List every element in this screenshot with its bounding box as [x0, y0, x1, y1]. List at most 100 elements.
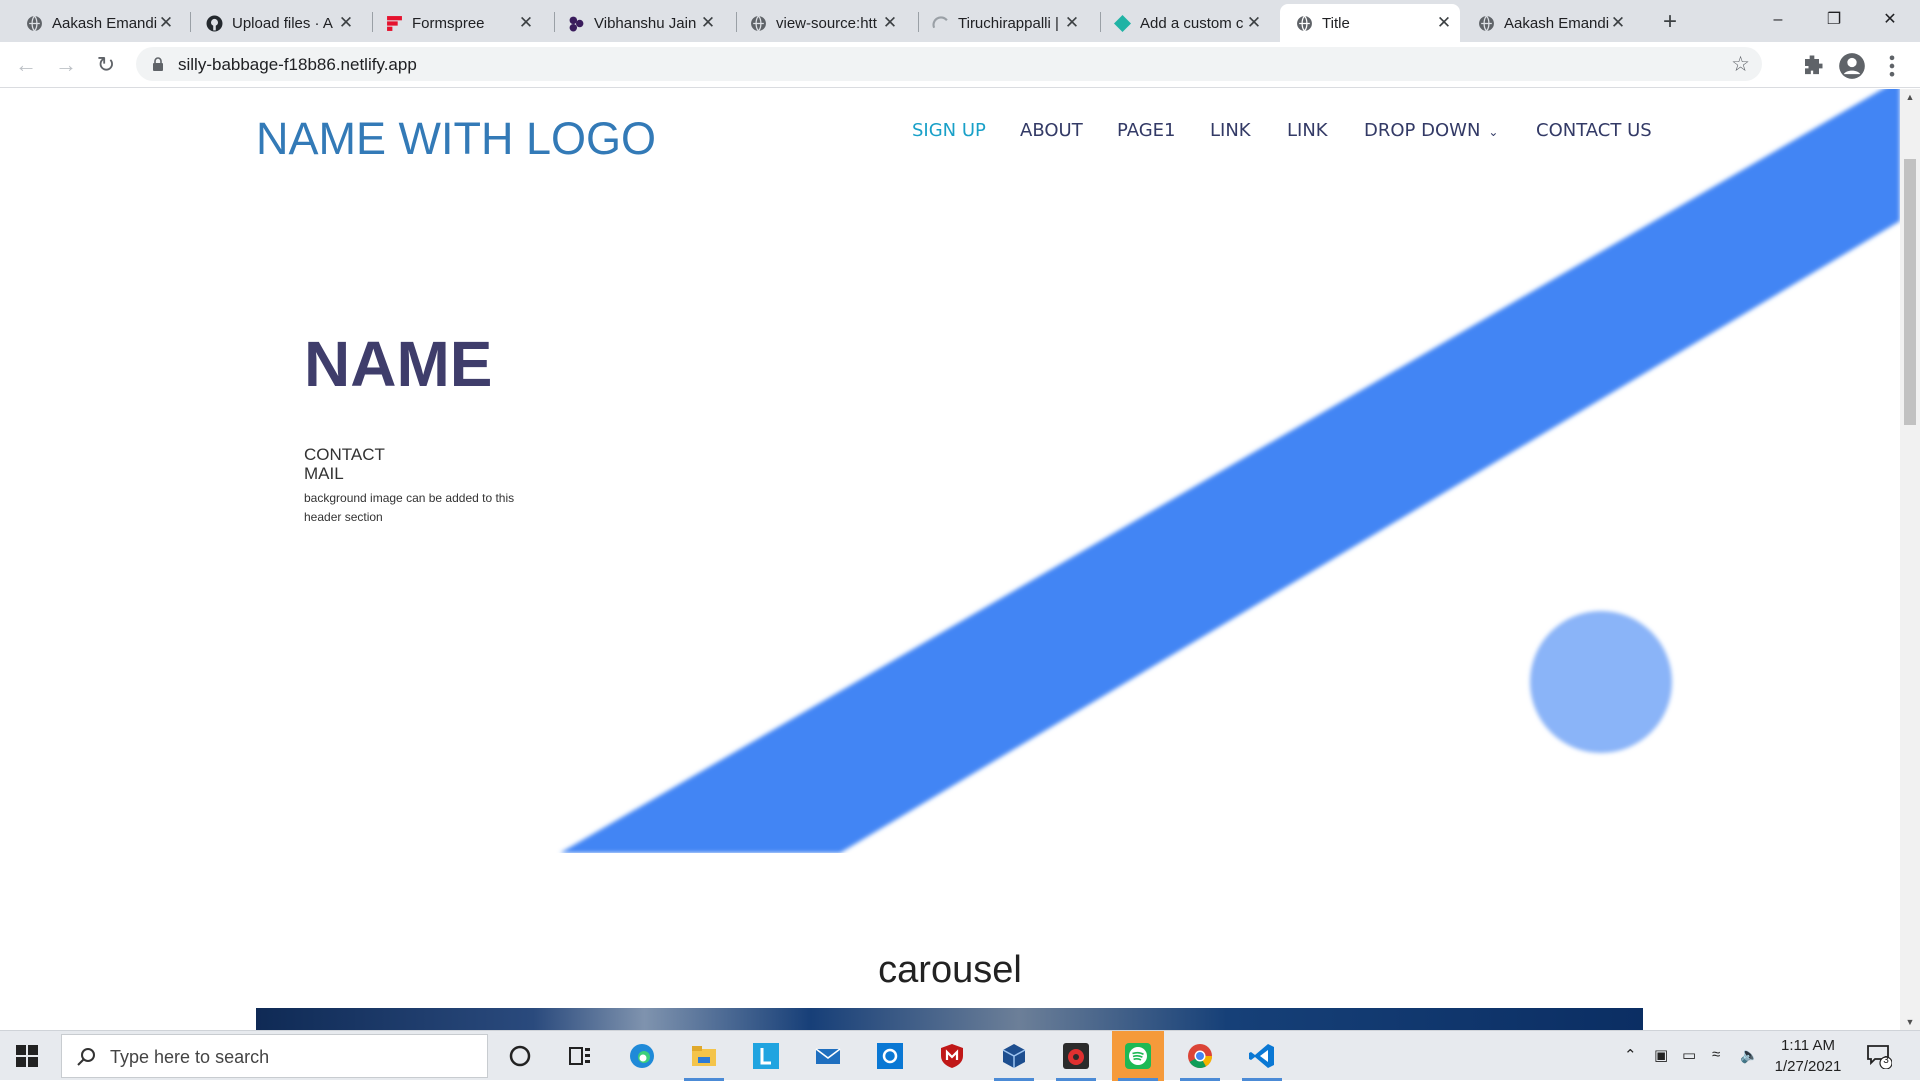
bookmark-star-icon[interactable]: ☆: [1731, 52, 1750, 77]
close-tab-icon[interactable]: ✕: [1246, 14, 1262, 31]
volume-icon[interactable]: 🔈: [1740, 1046, 1759, 1064]
hero-title: NAME: [304, 328, 493, 400]
chevron-up-icon[interactable]: ⌃: [1624, 1046, 1637, 1064]
browser-tab[interactable]: Upload files · A ✕: [206, 4, 362, 42]
scrollbar-thumb[interactable]: [1904, 159, 1916, 425]
browser-tab[interactable]: Aakash Emandi ✕: [1478, 4, 1634, 42]
back-icon[interactable]: ←: [12, 52, 40, 80]
profile-avatar-icon[interactable]: [1838, 52, 1866, 80]
browser-tab[interactable]: Tiruchirappalli | ✕: [932, 4, 1088, 42]
reload-icon[interactable]: ↻: [92, 52, 120, 80]
circle-shape: [1530, 611, 1672, 753]
spotify-icon: [1125, 1043, 1151, 1069]
red-app-icon: [1063, 1043, 1089, 1069]
cortana-button[interactable]: [494, 1031, 546, 1081]
nav-link[interactable]: LINK: [1287, 120, 1328, 141]
formspree-icon: [387, 16, 402, 31]
notification-count: 3: [1883, 1055, 1889, 1066]
wifi-icon[interactable]: ≈: [1712, 1046, 1720, 1063]
forward-icon[interactable]: →: [52, 52, 80, 80]
url-text: silly-babbage-f18b86.netlify.app: [178, 55, 417, 74]
tab-title: Aakash Emandi: [52, 14, 158, 32]
taskbar-app-edge[interactable]: [616, 1031, 668, 1081]
hero-decoration: [560, 89, 1900, 853]
close-window-icon[interactable]: ✕: [1870, 6, 1910, 34]
brand-logo[interactable]: NAME WITH LOGO: [256, 113, 656, 165]
scroll-down-icon[interactable]: ▼: [1900, 1014, 1920, 1030]
hero-mail-line: MAIL: [304, 464, 344, 483]
globe-icon: [27, 15, 42, 32]
browser-tab[interactable]: Formspree ✕: [386, 4, 542, 42]
nav-sign-up[interactable]: SIGN UP: [912, 120, 986, 141]
action-center-button[interactable]: 3: [1866, 1043, 1893, 1074]
profile-icon: [569, 16, 584, 32]
taskbar-clock[interactable]: 1:11 AM 1/27/2021: [1770, 1035, 1846, 1077]
nav-page1[interactable]: PAGE1: [1117, 120, 1175, 141]
browser-tab[interactable]: Vibhanshu Jain ✕: [568, 4, 724, 42]
browser-tab[interactable]: Add a custom c ✕: [1114, 4, 1270, 42]
shield-icon: [941, 1044, 963, 1068]
page-scrollbar[interactable]: ▲ ▼: [1900, 89, 1920, 1030]
scroll-up-icon[interactable]: ▲: [1900, 89, 1920, 105]
tab-separator: [372, 12, 373, 32]
virtualbox-icon: [1002, 1044, 1026, 1068]
address-bar[interactable]: silly-babbage-f18b86.netlify.app ☆: [136, 47, 1762, 81]
restore-icon[interactable]: ❐: [1814, 6, 1854, 34]
new-tab-icon[interactable]: +: [1656, 8, 1684, 36]
browser-toolbar: ← → ↻ silly-babbage-f18b86.netlify.app ☆: [0, 42, 1920, 88]
close-tab-icon[interactable]: ✕: [338, 14, 354, 31]
hero-contact-line: CONTACT: [304, 445, 385, 464]
close-tab-icon[interactable]: ✕: [1610, 14, 1626, 31]
extensions-icon[interactable]: [1798, 52, 1826, 80]
menu-kebab-icon[interactable]: [1878, 52, 1906, 80]
nav-dropdown[interactable]: DROP DOWN ⌄: [1364, 120, 1498, 141]
blue-app-icon: [877, 1043, 903, 1069]
close-tab-icon[interactable]: ✕: [882, 14, 898, 31]
tab-strip: Aakash Emandi ✕ Upload files · A ✕ Forms…: [0, 0, 1920, 42]
taskbar-app-file-explorer[interactable]: [678, 1031, 730, 1081]
chrome-icon: [1188, 1044, 1212, 1069]
close-tab-icon[interactable]: ✕: [700, 14, 716, 31]
taskbar-app-chrome[interactable]: [1174, 1031, 1226, 1081]
battery-icon[interactable]: ▭: [1682, 1046, 1696, 1064]
tab-separator: [736, 12, 737, 32]
windows-start-icon[interactable]: [16, 1045, 38, 1067]
taskbar-app-blue[interactable]: [864, 1031, 916, 1081]
netlify-icon: [1114, 15, 1131, 32]
taskbar-app-red[interactable]: [1050, 1031, 1102, 1081]
meet-now-icon[interactable]: ▣: [1654, 1046, 1668, 1064]
taskbar-app-mcafee[interactable]: [926, 1031, 978, 1081]
close-tab-icon[interactable]: ✕: [1064, 14, 1080, 31]
minimize-icon[interactable]: –: [1758, 6, 1798, 34]
tab-title: Title: [1322, 14, 1350, 32]
search-icon: [77, 1048, 95, 1066]
globe-icon: [1297, 15, 1312, 32]
cortana-icon: [509, 1045, 531, 1067]
close-tab-icon[interactable]: ✕: [1436, 14, 1452, 31]
close-tab-icon[interactable]: ✕: [518, 14, 534, 31]
carousel-image[interactable]: [256, 1008, 1643, 1030]
tab-title: Vibhanshu Jain: [594, 14, 697, 32]
tab-separator: [190, 12, 191, 32]
browser-tab-active[interactable]: Title ✕: [1280, 4, 1460, 42]
browser-tab[interactable]: Aakash Emandi ✕: [26, 4, 182, 42]
nav-link[interactable]: LINK: [1210, 120, 1251, 141]
nav-contact-us[interactable]: CONTACT US: [1536, 120, 1652, 141]
tab-title: Formspree: [412, 14, 485, 32]
close-tab-icon[interactable]: ✕: [158, 14, 174, 31]
browser-tab[interactable]: view-source:htt ✕: [750, 4, 906, 42]
nav-about[interactable]: ABOUT: [1020, 120, 1083, 141]
taskbar-app-virtualbox[interactable]: [988, 1031, 1040, 1081]
task-view-button[interactable]: [554, 1031, 606, 1081]
taskbar-app-mail[interactable]: [802, 1031, 854, 1081]
carousel-heading: carousel: [878, 949, 1022, 991]
taskbar-app-l[interactable]: [740, 1031, 792, 1081]
taskbar-app-spotify[interactable]: [1112, 1031, 1164, 1081]
tab-separator: [918, 12, 919, 32]
windows-taskbar: Type here to search ⌃ ▣ ▭ ≈ 🔈 1:11 AM 1/…: [0, 1030, 1920, 1081]
page-viewport: NAME WITH LOGO SIGN UP ABOUT PAGE1 LINK …: [0, 89, 1900, 1030]
taskbar-app-vscode[interactable]: [1236, 1031, 1288, 1081]
tab-separator: [554, 12, 555, 32]
globe-icon: [751, 15, 766, 32]
taskbar-search-input[interactable]: Type here to search: [61, 1034, 488, 1078]
